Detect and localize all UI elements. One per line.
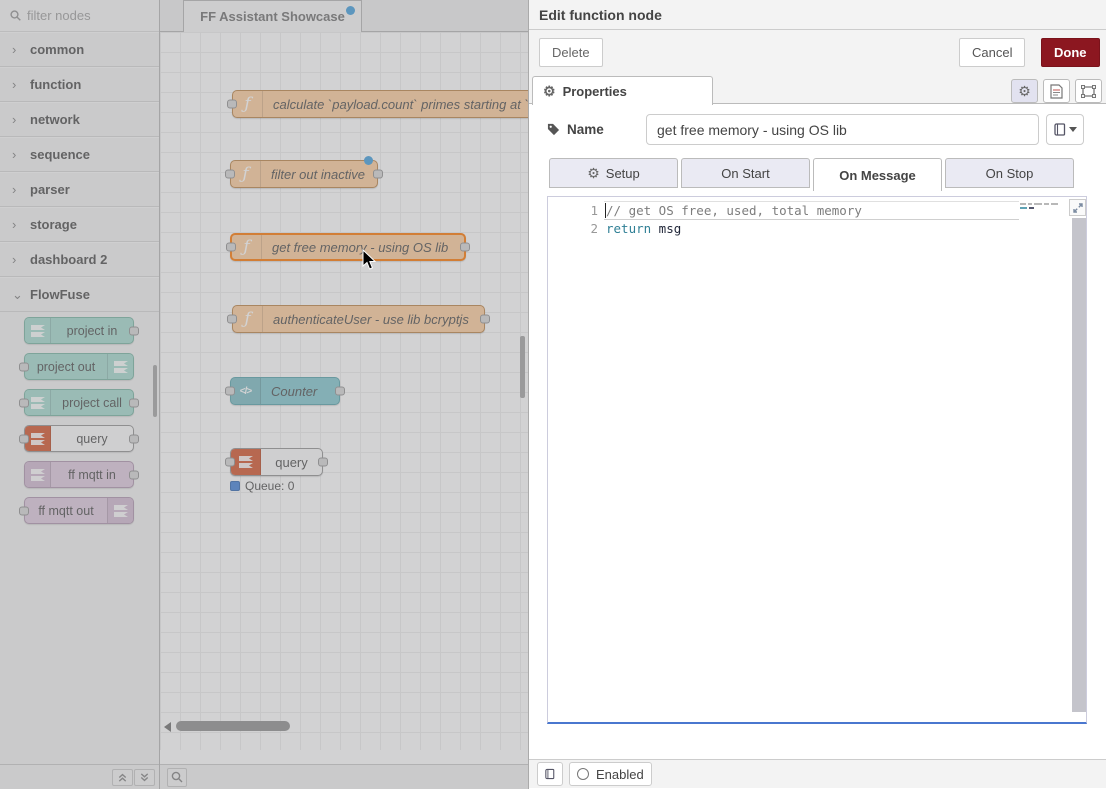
edit-dialog-form: Name ⚙SetupOn StartOn MessageOn Stop 1//…: [529, 104, 1106, 788]
node-red-app: filter nodes ›common›function›network›se…: [0, 0, 1106, 789]
library-dropdown-button[interactable]: [1046, 114, 1084, 145]
edit-dialog-header: Edit function node: [529, 0, 1106, 30]
enabled-label: Enabled: [596, 767, 644, 782]
book-icon: [1054, 123, 1066, 136]
tab-on-message[interactable]: On Message: [813, 158, 942, 191]
code-line-2[interactable]: 2return msg: [548, 220, 1086, 238]
name-label: Name: [547, 122, 604, 137]
properties-icon-button[interactable]: ⚙: [1011, 79, 1038, 103]
gear-icon: ⚙: [543, 84, 556, 98]
edit-dialog-tab-icons: ⚙: [1011, 79, 1102, 103]
function-editor-tabs: ⚙SetupOn StartOn MessageOn Stop: [549, 158, 1074, 190]
appearance-icon: [1081, 85, 1096, 98]
book-icon: [545, 768, 555, 780]
properties-tab-label: Properties: [563, 84, 627, 99]
expand-editor-button[interactable]: [1069, 199, 1086, 216]
library-footer-button[interactable]: [537, 762, 563, 786]
expand-icon: [1073, 203, 1083, 213]
tab-properties[interactable]: ⚙ Properties: [532, 76, 713, 105]
description-icon-button[interactable]: [1043, 79, 1070, 103]
name-input[interactable]: [646, 114, 1039, 145]
code-line-1[interactable]: 1// get OS free, used, total memory: [548, 202, 1086, 220]
name-row: Name: [529, 114, 1106, 146]
edit-dialog-title: Edit function node: [539, 7, 662, 23]
editor-scrollbar[interactable]: [1072, 218, 1086, 712]
edit-dialog-tabrow: ⚙ Properties ⚙: [529, 76, 1106, 104]
cancel-button[interactable]: Cancel: [959, 38, 1025, 67]
gear-icon: ⚙: [587, 166, 600, 180]
appearance-icon-button[interactable]: [1075, 79, 1102, 103]
edit-dialog-toolbar: Delete Cancel Done: [529, 30, 1106, 76]
tab-setup[interactable]: ⚙Setup: [549, 158, 678, 188]
workspace-dim-overlay: [0, 0, 528, 789]
done-button[interactable]: Done: [1041, 38, 1100, 67]
description-icon: [1050, 84, 1063, 99]
tag-icon: [547, 123, 560, 136]
chevron-down-icon: [1069, 127, 1077, 132]
tab-on-stop[interactable]: On Stop: [945, 158, 1074, 188]
delete-button[interactable]: Delete: [539, 38, 603, 67]
code-editor[interactable]: 1// get OS free, used, total memory2retu…: [547, 196, 1087, 724]
enabled-state-icon: [577, 768, 589, 780]
line-number: 1: [548, 202, 598, 220]
gear-icon: ⚙: [1018, 84, 1031, 98]
mouse-cursor: [362, 249, 378, 271]
edit-dialog-footer: Enabled: [529, 759, 1106, 788]
tab-on-start[interactable]: On Start: [681, 158, 810, 188]
edit-dialog: Edit function node Delete Cancel Done ⚙ …: [528, 0, 1106, 789]
editor-minimap[interactable]: [1018, 201, 1066, 215]
line-number: 2: [548, 220, 598, 238]
enabled-toggle-button[interactable]: Enabled: [569, 762, 652, 786]
